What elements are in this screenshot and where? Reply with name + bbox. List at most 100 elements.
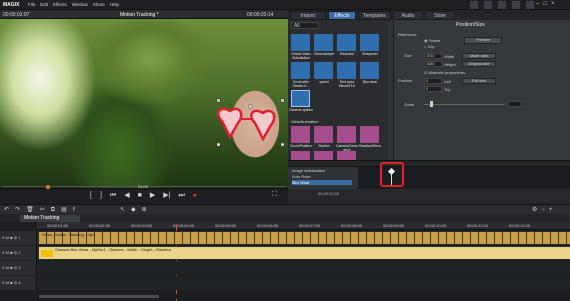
undo-icon[interactable] [512,1,520,9]
pos-y-input[interactable]: 0 [424,86,442,92]
tab-audio[interactable]: Audio [393,11,423,20]
effect-tile-10[interactable] [291,126,310,143]
menu-file[interactable]: File [28,2,35,7]
effect-tile-13[interactable] [360,126,379,143]
effect-tile-14[interactable] [291,151,310,160]
track-header-3: S M ■ ◎ 3 [0,261,37,275]
effect-tile-7[interactable] [337,62,356,79]
menu-edit[interactable]: Edit [40,2,48,7]
zoom-slider-handle[interactable] [430,101,433,107]
original-size-button[interactable]: Original size [462,61,496,67]
tab-import[interactable]: Import [290,11,326,20]
effects-browser: All Global Video Substitution Chromakeye… [288,20,388,160]
effect-tile-12[interactable] [337,126,356,143]
stop-icon[interactable]: ■ [138,191,142,201]
mark-out-icon[interactable]: ] [100,191,102,201]
category-select[interactable]: All [291,22,319,29]
maximize-icon[interactable]: □ [543,0,547,9]
skip-back-icon[interactable]: ⏮ [110,191,116,201]
effect-tile-4[interactable] [360,34,379,51]
effect-tile-9[interactable] [291,90,310,107]
timeline-scroll-thumb[interactable] [39,295,159,298]
zoom-value[interactable] [508,101,522,107]
mode-ratio-button[interactable]: Mode ratio [462,53,496,59]
menu-effects[interactable]: Effects [53,2,67,7]
effect-tile-1[interactable] [291,34,310,51]
timeline-settings-icon[interactable]: ⚙ [532,206,537,214]
effect-tile-15[interactable] [314,151,333,160]
radio-clip[interactable]: ○ Clip [424,44,434,49]
effect-tile-11[interactable] [314,126,333,143]
effect-tile-2[interactable] [314,34,333,51]
tab-motion-tracking[interactable]: Motion Tracking [20,215,80,222]
effect-tile-6[interactable] [314,62,333,79]
delete-icon[interactable]: 🗑 [26,206,34,214]
pos-y-unit: Top [444,87,451,92]
zoom-out-icon[interactable]: − [541,206,545,214]
undo-tool-icon[interactable]: ↶ [4,206,9,214]
timeline-tabbar: Motion Tracking [0,214,570,222]
effect-tile-8[interactable] [360,62,379,79]
keyframe-timecode: 00:00:22:00 [318,191,340,196]
scrubber-handle[interactable] [46,185,50,189]
radio-frame[interactable]: ◉ Frame [424,38,440,43]
tab-templates[interactable]: Templates [358,11,391,20]
menu-share[interactable]: Share [93,2,105,7]
close-icon[interactable]: × [551,0,555,9]
kf-row-2[interactable]: Auto Ruler [292,174,311,179]
step-forward-icon[interactable]: ▶| [163,191,170,201]
heart-glasses-overlay[interactable] [217,107,276,142]
preview-button[interactable]: Preview [464,37,502,44]
effect-label-2: Chromakeyer [313,52,335,56]
menu-bar: MAGIX File Edit Effects Window Share Hel… [0,0,570,10]
effect-label-13: Rotation/Mirror [358,144,382,148]
snap-icon[interactable]: ⊕ [142,206,147,214]
mark-in-icon[interactable]: [ [90,191,92,201]
pos-x-input[interactable]: 0 [424,78,442,84]
full-size-button[interactable]: Full size [462,78,496,84]
marker-icon[interactable]: ◆ [131,206,136,214]
zoom-in-icon[interactable]: + [549,206,553,214]
video-preview[interactable] [0,19,288,188]
cursor-tool-icon[interactable]: ↖ [120,206,125,214]
kf-row-3[interactable]: Blur Wear [292,180,352,185]
fullscreen-icon[interactable]: ⛶ [272,191,277,199]
time-ruler[interactable]: 00:00:01:00 00:00:02:00 00:00:03:00 00:0… [37,222,570,230]
track-3-controls[interactable]: S M ■ ◎ 3 [2,265,21,270]
play-icon[interactable]: ▶ [150,191,155,201]
copy-icon[interactable]: ⧉ [51,206,55,214]
width-input[interactable]: 1920 [424,53,442,59]
maintain-proportions-checkbox[interactable]: ☑ Maintain proportions [424,70,465,75]
split-icon[interactable]: ⫯ [73,206,76,214]
record-icon[interactable]: ● [193,191,197,201]
tab-store[interactable]: Store [425,11,455,20]
skip-forward-icon[interactable]: ⏭ [178,191,184,201]
ruler-label-12: 00:00:12:00 [509,223,531,228]
effect-label-7: Red eyes Microfil 3.5 [338,80,356,88]
zoom-slider[interactable] [424,104,504,105]
height-input[interactable]: 1080 [424,61,442,67]
track-4-controls[interactable]: S M ■ ◎ 4 [2,280,21,285]
home-icon[interactable] [470,1,478,9]
track-1-controls[interactable]: S M ■ ◎ 1 [2,235,21,240]
kf-row-1[interactable]: Image stabilization [292,168,325,173]
tab-effects[interactable]: Effects [328,11,356,20]
folder-icon[interactable] [484,1,492,9]
effect-tile-5[interactable] [291,62,310,79]
video-clip-1[interactable] [39,232,570,244]
effect-tile-3[interactable] [337,34,356,51]
menu-window[interactable]: Window [72,2,88,7]
redo-tool-icon[interactable]: ↷ [15,206,20,214]
track-2-controls[interactable]: S M ■ ◎ 2 [2,250,21,255]
paste-icon[interactable]: ▤ [61,206,67,214]
timeline-scrollbar[interactable] [37,294,570,299]
menu-help[interactable]: Help [110,2,119,7]
cut-icon[interactable]: ✂ [40,206,45,214]
step-back-icon[interactable]: ◀ [124,191,129,201]
effect-label-9: General options [289,108,313,112]
save-icon[interactable] [498,1,506,9]
position-label: Position [398,78,413,83]
effect-tile-16[interactable] [337,151,356,160]
minimize-icon[interactable]: – [536,0,539,9]
redo-icon[interactable] [526,1,534,9]
